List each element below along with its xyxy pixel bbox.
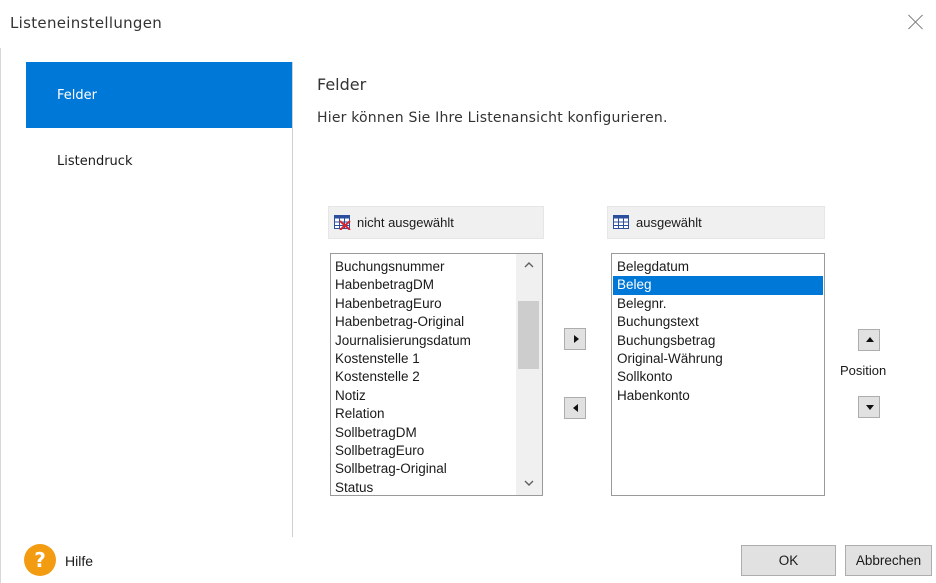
- selected-fields-label: ausgewählt: [636, 215, 702, 230]
- selected-fields-header: ausgewählt: [607, 206, 825, 239]
- list-item[interactable]: Buchungsnummer: [331, 258, 515, 276]
- list-item[interactable]: Beleg: [613, 276, 823, 295]
- sidebar-divider: [292, 62, 293, 537]
- available-fields-header: nicht ausgewählt: [328, 206, 544, 239]
- add-field-button[interactable]: [564, 328, 586, 350]
- sidebar-item-listendruck[interactable]: Listendruck: [26, 141, 293, 207]
- sidebar-item-label: Felder: [57, 88, 97, 103]
- list-item[interactable]: HabenbetragDM: [331, 276, 515, 294]
- ok-button[interactable]: OK: [741, 545, 836, 576]
- list-item[interactable]: SollbetragDM: [331, 424, 515, 442]
- scrollbar-thumb[interactable]: [518, 301, 539, 369]
- help-icon[interactable]: ?: [24, 544, 56, 576]
- list-item[interactable]: Kostenstelle 2: [331, 368, 515, 386]
- position-label: Position: [840, 363, 887, 378]
- list-item[interactable]: SollbetragEuro: [331, 442, 515, 460]
- available-fields-items: Buchungsnummer HabenbetragDM HabenbetragEu…: [331, 258, 515, 495]
- list-item[interactable]: Buchungsbetrag: [613, 332, 823, 350]
- move-up-button[interactable]: [858, 329, 880, 351]
- list-item[interactable]: Habenkonto: [613, 387, 823, 405]
- window-border: [0, 48, 1, 583]
- list-item[interactable]: Sollkonto: [613, 368, 823, 386]
- list-item[interactable]: Belegnr.: [613, 295, 823, 313]
- page-description: Hier können Sie Ihre Listenansicht konfi…: [317, 110, 668, 126]
- scroll-up-icon[interactable]: [516, 254, 542, 276]
- list-item[interactable]: HabenbetragEuro: [331, 295, 515, 313]
- list-item[interactable]: Notiz: [331, 387, 515, 405]
- list-item[interactable]: Kostenstelle 1: [331, 350, 515, 368]
- available-fields-label: nicht ausgewählt: [357, 215, 454, 230]
- list-item[interactable]: Status: [331, 479, 515, 495]
- vertical-scrollbar[interactable]: [516, 254, 542, 495]
- table-remove-icon: [334, 215, 351, 231]
- page-title: Felder: [317, 75, 367, 94]
- selected-fields-items: Belegdatum Beleg Belegnr. Buchungstext Buchu…: [613, 258, 823, 405]
- sidebar: Felder Listendruck: [26, 62, 293, 537]
- window-title: Listeneinstellungen: [10, 14, 163, 32]
- sidebar-item-felder[interactable]: Felder: [26, 62, 293, 128]
- table-icon: [613, 215, 630, 230]
- sidebar-item-label: Listendruck: [57, 154, 133, 169]
- list-item[interactable]: Original-Währung: [613, 350, 823, 368]
- list-item[interactable]: Belegdatum: [613, 258, 823, 276]
- list-item[interactable]: Relation: [331, 405, 515, 423]
- remove-field-button[interactable]: [564, 397, 586, 419]
- help-link[interactable]: Hilfe: [65, 553, 93, 569]
- available-fields-list[interactable]: Buchungsnummer HabenbetragDM HabenbetragEu…: [330, 253, 543, 496]
- move-down-button[interactable]: [858, 396, 880, 418]
- scroll-down-icon[interactable]: [516, 473, 542, 495]
- selected-fields-list[interactable]: Belegdatum Beleg Belegnr. Buchungstext Buchu…: [611, 253, 825, 496]
- list-item[interactable]: Buchungstext: [613, 313, 823, 331]
- close-icon[interactable]: [906, 12, 926, 32]
- list-item[interactable]: Journalisierungsdatum: [331, 332, 515, 350]
- title-bar: Listeneinstellungen: [0, 0, 936, 48]
- cancel-button[interactable]: Abbrechen: [845, 545, 932, 576]
- list-item[interactable]: Habenbetrag-Original: [331, 313, 515, 331]
- list-item[interactable]: Sollbetrag-Original: [331, 460, 515, 478]
